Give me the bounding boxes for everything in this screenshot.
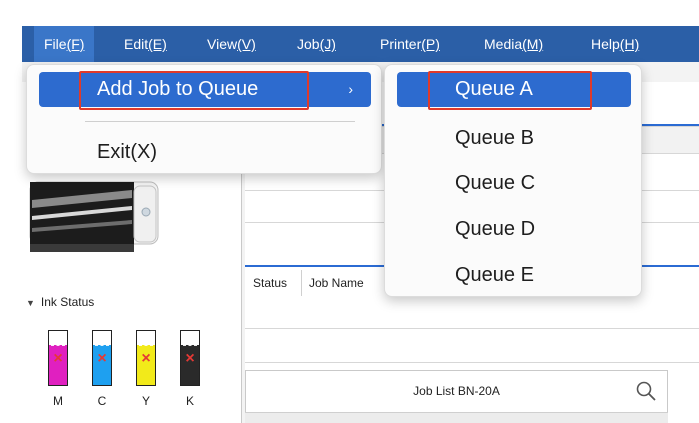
file-menu-dropdown: Add Job to Queue › Exit(X) (26, 64, 382, 174)
ink-label-y: Y (141, 394, 150, 408)
menu-media[interactable]: Media(M) (484, 26, 543, 62)
menu-job-label: Job (297, 36, 320, 52)
menu-help[interactable]: Help(H) (591, 26, 639, 62)
queue-d-label: Queue D (455, 218, 536, 240)
menu-job[interactable]: Job(J) (297, 26, 336, 62)
menu-separator (85, 121, 355, 122)
ink-label-k: K (185, 394, 194, 408)
row-line (245, 328, 699, 329)
search-icon[interactable] (635, 380, 657, 402)
menu-item-queue-c[interactable]: Queue C (397, 166, 631, 201)
menu-media-label: Media (484, 36, 523, 52)
ink-cartridge-k: × (180, 330, 200, 386)
row-line (245, 362, 699, 363)
column-job-name[interactable]: Job Name (309, 276, 364, 290)
column-separator[interactable] (301, 270, 302, 296)
queue-submenu: Queue A Queue B Queue C Queue D Queue E (384, 64, 642, 297)
menu-edit-key: (E) (148, 36, 167, 52)
job-list-panel: Job List BN-20A (245, 370, 668, 414)
ink-cartridge-y: × (136, 330, 156, 386)
collapse-triangle-icon: ▼ (26, 298, 35, 308)
annotation-highlight-box (79, 71, 309, 110)
ink-error-icon: × (97, 350, 107, 367)
column-status[interactable]: Status (253, 276, 287, 290)
ink-status-heading[interactable]: ▼ Ink Status (26, 295, 94, 309)
ink-cartridge-c: × (92, 330, 112, 386)
menu-view[interactable]: View(V) (207, 26, 256, 62)
menu-view-key: (V) (237, 36, 256, 52)
menu-printer-key: (P) (421, 36, 440, 52)
submenu-arrow-icon: › (348, 81, 353, 97)
menu-item-queue-e[interactable]: Queue E (397, 258, 631, 293)
menu-help-label: Help (591, 36, 620, 52)
queue-c-label: Queue C (455, 172, 536, 194)
ink-level-line (139, 345, 153, 346)
menu-view-label: View (207, 36, 238, 52)
ink-cartridge-m: × (48, 330, 68, 386)
menu-help-key: (H) (619, 36, 640, 52)
menu-item-exit[interactable]: Exit(X) (39, 135, 371, 170)
menu-item-queue-b[interactable]: Queue B (397, 121, 631, 156)
menu-job-key: (J) (319, 36, 336, 52)
ink-status-label: Ink Status (40, 295, 95, 309)
menu-edit[interactable]: Edit(E) (124, 26, 167, 62)
queue-b-label: Queue B (455, 127, 534, 149)
menu-file-key: (F) (66, 36, 85, 52)
ink-error-icon: × (141, 350, 151, 367)
printer-image (29, 181, 159, 252)
annotation-highlight-box (428, 71, 592, 110)
job-list-table-header (245, 412, 668, 423)
menu-file-label: File (44, 36, 67, 52)
ink-error-icon: × (185, 350, 195, 367)
menu-printer-label: Printer (380, 36, 422, 52)
job-list-title: Job List BN-20A (413, 384, 500, 398)
exit-label: Exit(X) (97, 141, 157, 163)
ink-error-icon: × (53, 350, 63, 367)
ink-level-line (51, 345, 65, 346)
ink-level-line (183, 345, 197, 346)
ink-label-m: M (53, 394, 63, 408)
queue-e-label: Queue E (455, 264, 534, 286)
menu-edit-label: Edit (124, 36, 149, 52)
menu-file[interactable]: File(F) (34, 26, 95, 62)
menu-printer[interactable]: Printer(P) (380, 26, 440, 62)
menu-item-queue-d[interactable]: Queue D (397, 212, 631, 247)
menu-media-key: (M) (522, 36, 544, 52)
ink-label-c: C (97, 394, 107, 408)
ink-level-line (95, 345, 109, 346)
